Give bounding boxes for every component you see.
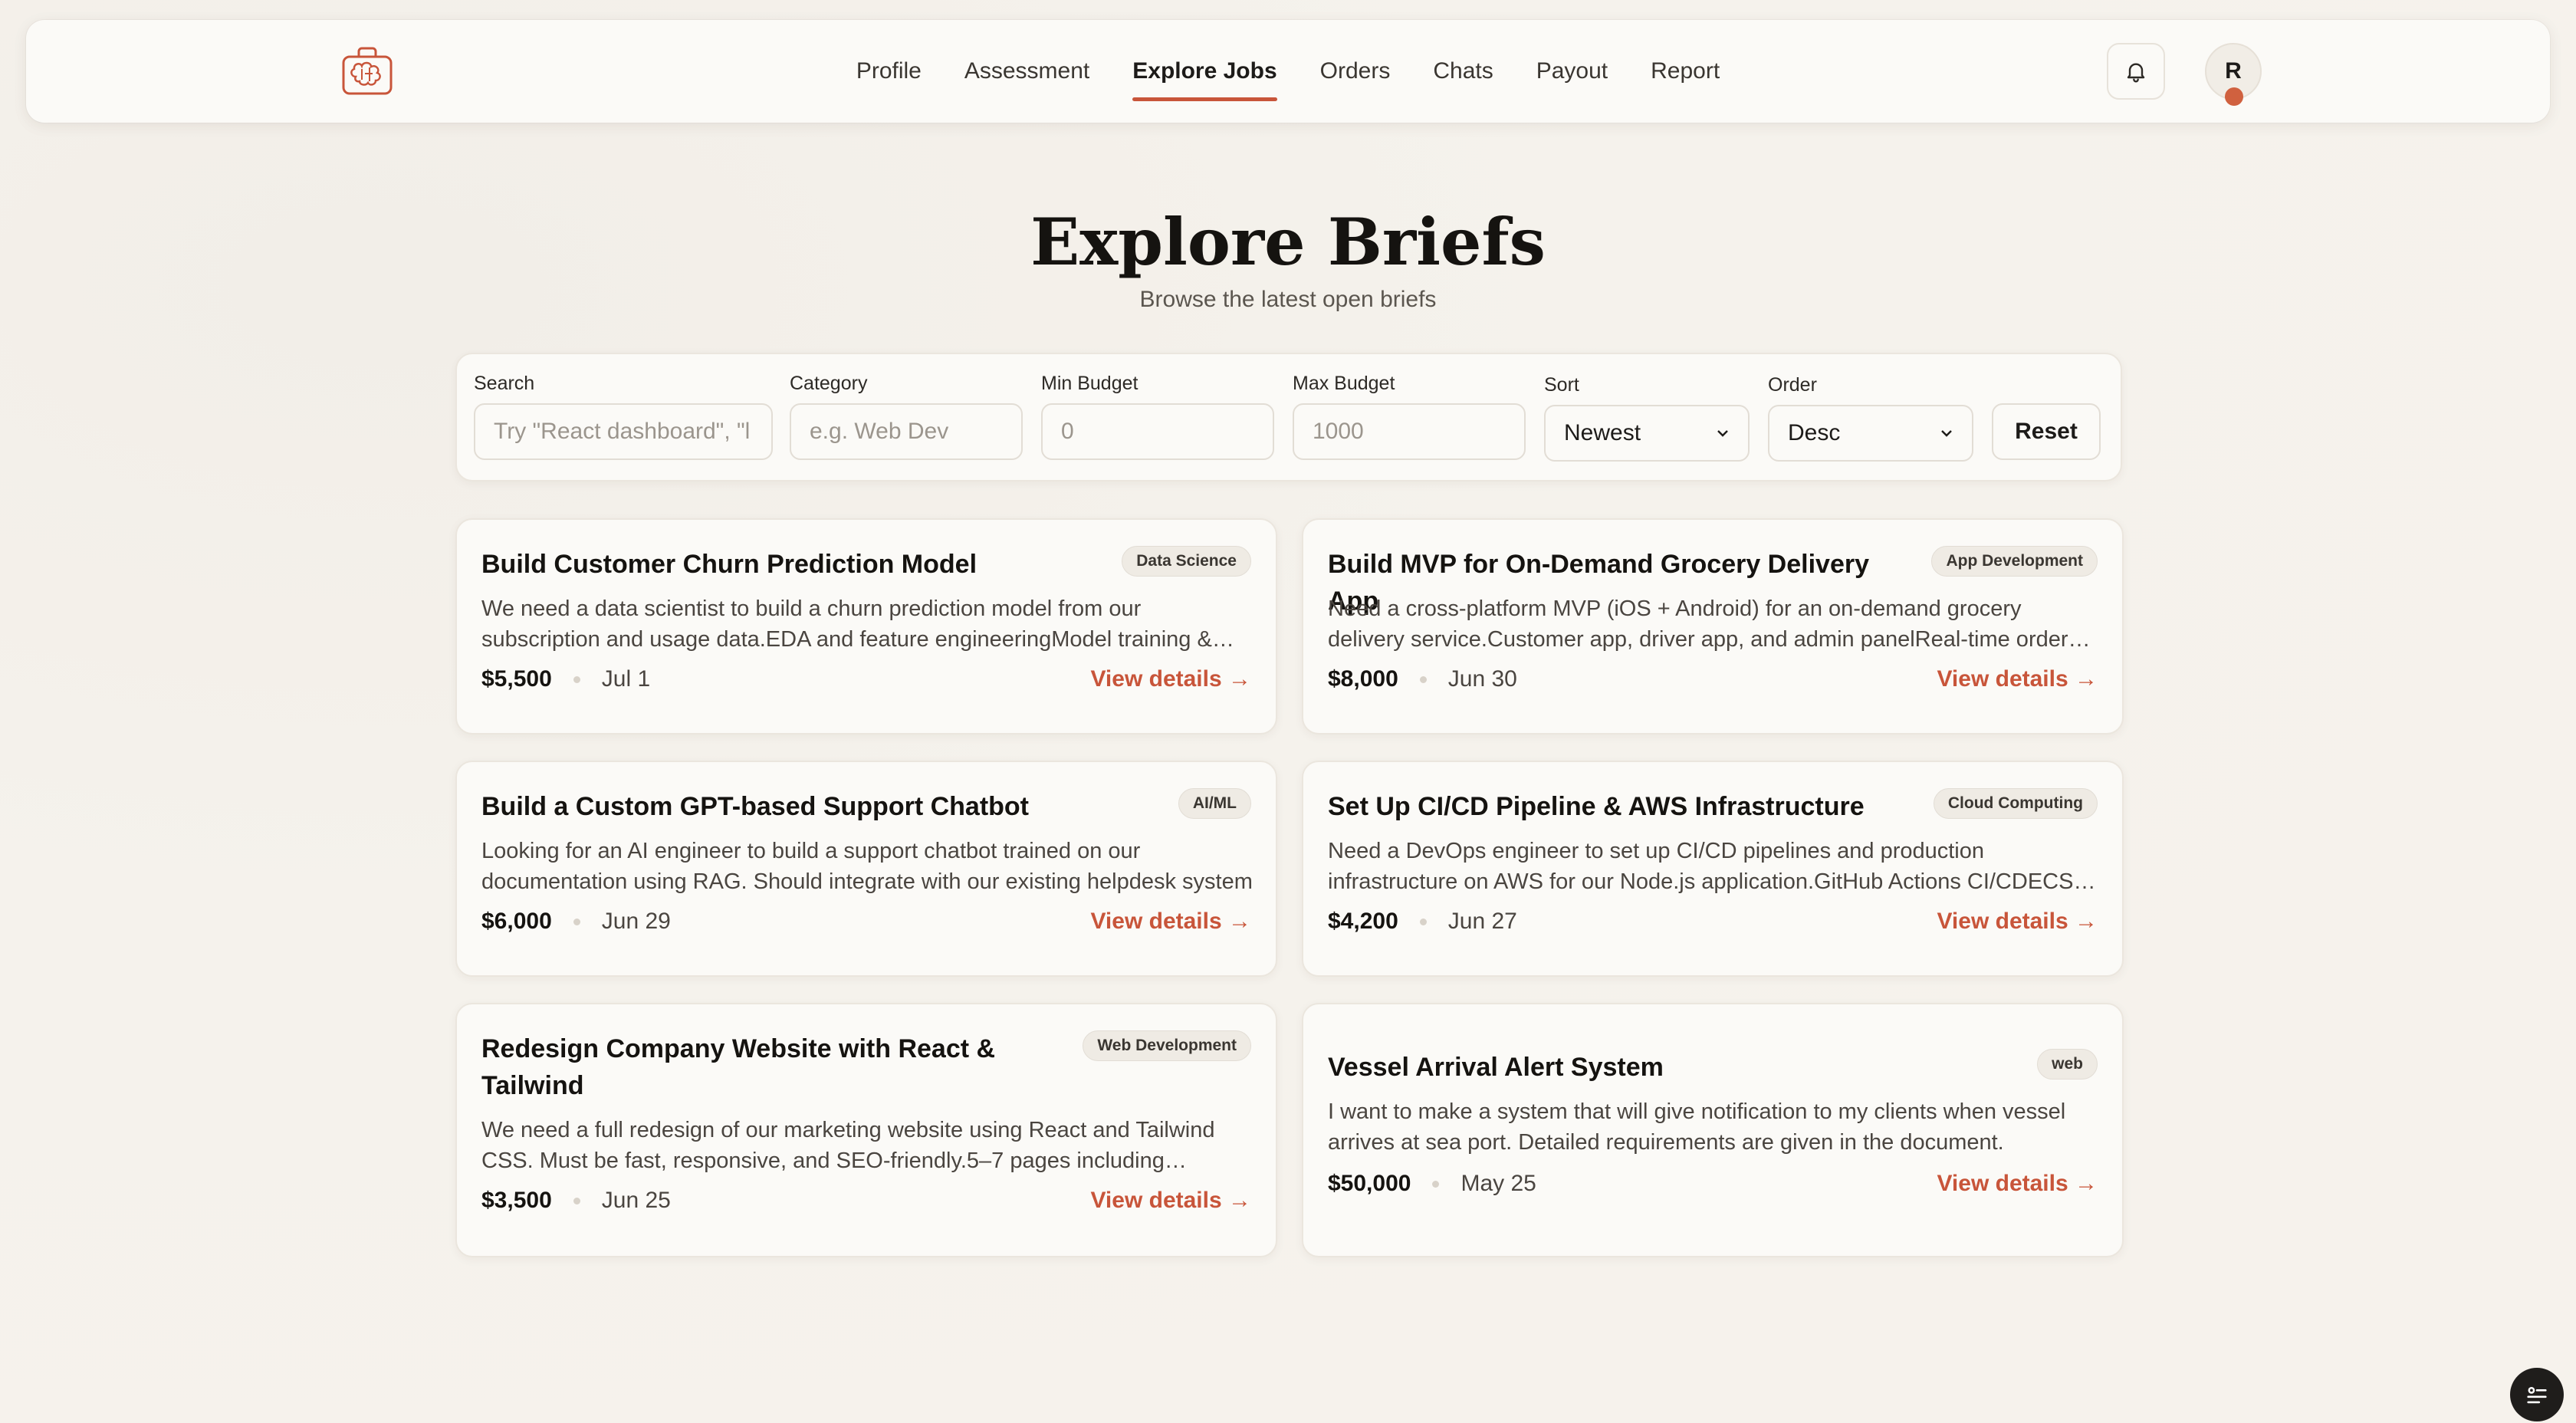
nav-link-chats[interactable]: Chats — [1411, 20, 1514, 123]
filter-panel: Search Try "React dashboard", "l Categor… — [455, 353, 2122, 481]
brief-price: $50,000 — [1328, 1171, 1411, 1196]
bell-icon — [2127, 63, 2145, 83]
brief-title[interactable]: Redesign Company Website with React & Ta… — [481, 1030, 1003, 1104]
sort-select[interactable]: Newest — [1544, 405, 1750, 462]
brief-footer: $4,200 Jun 27 View details → — [1328, 906, 2098, 937]
order-select[interactable]: Desc — [1768, 405, 1973, 462]
nav-link-profile[interactable]: Profile — [835, 20, 943, 123]
separator-dot — [573, 918, 580, 925]
brief-footer: $5,500 Jul 1 View details → — [481, 664, 1251, 695]
list-filter-icon — [2527, 1386, 2547, 1404]
nav-link-payout[interactable]: Payout — [1515, 20, 1629, 123]
brief-description: Need a DevOps engineer to set up CI/CD p… — [1328, 839, 2074, 894]
brief-footer: $8,000 Jun 30 View details → — [1328, 664, 2098, 695]
brief-price: $6,000 — [481, 909, 552, 934]
brief-date: Jun 27 — [1447, 909, 1517, 934]
brief-price: $4,200 — [1328, 909, 1398, 934]
nav-link-assessment[interactable]: Assessment — [943, 20, 1111, 123]
nav-link-report[interactable]: Report — [1629, 20, 1741, 123]
view-details-link[interactable]: View details → — [1937, 909, 2098, 935]
brief-card[interactable]: Redesign Company Website with React & Ta… — [455, 1003, 1277, 1257]
search-input[interactable]: Try "React dashboard", "l — [474, 403, 773, 460]
category-label: Category — [790, 373, 868, 394]
separator-dot — [1419, 675, 1427, 683]
category-badge: App Development — [1931, 546, 2098, 577]
brief-title[interactable]: Set Up CI/CD Pipeline & AWS Infrastructu… — [1328, 788, 1880, 825]
brief-date: Jul 1 — [601, 666, 651, 692]
max-budget-group: Max Budget 1000 — [1293, 373, 1526, 460]
view-details-link[interactable]: View details → — [1090, 1188, 1251, 1214]
brief-title[interactable]: Build a Custom GPT-based Support Chatbot — [481, 788, 1033, 825]
search-label: Search — [474, 373, 535, 394]
brief-card[interactable]: Build Customer Churn Prediction Model Da… — [455, 518, 1277, 735]
brief-card[interactable]: Vessel Arrival Alert System web I want t… — [1302, 1003, 2124, 1257]
order-value: Desc — [1788, 420, 1841, 445]
max-budget-input[interactable]: 1000 — [1293, 403, 1526, 460]
nav-link-explore-jobs[interactable]: Explore Jobs — [1111, 20, 1298, 123]
view-details-link[interactable]: View details → — [1937, 1171, 2098, 1197]
reset-button[interactable]: Reset — [1992, 403, 2101, 460]
top-nav: Profile Assessment Explore Jobs Orders C… — [26, 20, 2550, 123]
chevron-down-icon — [1717, 430, 1728, 437]
nav-link-orders[interactable]: Orders — [1299, 20, 1412, 123]
sort-value: Newest — [1564, 420, 1641, 445]
chevron-down-icon — [1941, 430, 1952, 437]
brief-price: $8,000 — [1328, 666, 1398, 692]
brief-price: $5,500 — [481, 666, 552, 692]
view-details-link[interactable]: View details → — [1090, 909, 1251, 935]
separator-dot — [1432, 1180, 1440, 1188]
category-badge: web — [2037, 1049, 2098, 1080]
brief-description: We need a full redesign of our marketing… — [481, 1118, 1215, 1173]
view-details-link[interactable]: View details → — [1937, 666, 2098, 692]
view-details-link[interactable]: View details → — [1090, 666, 1251, 692]
nav-links: Profile Assessment Explore Jobs Orders C… — [26, 20, 2550, 123]
category-badge: Web Development — [1083, 1030, 1251, 1061]
floating-menu-button[interactable] — [2510, 1368, 2564, 1421]
brief-date: Jun 30 — [1447, 666, 1517, 692]
category-badge: AI/ML — [1178, 788, 1251, 819]
brief-title[interactable]: Vessel Arrival Alert System — [1328, 1049, 1880, 1086]
brief-date: Jun 25 — [601, 1188, 671, 1213]
separator-dot — [1419, 918, 1427, 925]
category-badge: Cloud Computing — [1933, 788, 2098, 819]
page-title: Explore Briefs — [1030, 204, 1546, 280]
brief-footer: $3,500 Jun 25 View details → — [481, 1185, 1251, 1216]
brief-card[interactable]: Build a Custom GPT-based Support Chatbot… — [455, 761, 1277, 977]
status-dot — [2225, 87, 2243, 106]
brief-date: Jun 29 — [601, 909, 671, 934]
separator-dot — [573, 675, 580, 683]
min-budget-group: Min Budget 0 — [1041, 373, 1274, 460]
min-budget-input[interactable]: 0 — [1041, 403, 1274, 460]
sort-label: Sort — [1544, 374, 1579, 396]
sort-group: Sort Newest — [1544, 374, 1750, 462]
min-budget-label: Min Budget — [1041, 373, 1138, 394]
order-label: Order — [1768, 374, 1817, 396]
brief-price: $3,500 — [481, 1188, 552, 1213]
page-subtitle: Browse the latest open briefs — [1139, 287, 1437, 312]
category-group: Category e.g. Web Dev — [790, 373, 1023, 460]
brief-card[interactable]: Build MVP for On-Demand Grocery Delivery… — [1302, 518, 2124, 735]
search-group: Search Try "React dashboard", "l — [474, 373, 773, 460]
notifications-button[interactable] — [2107, 43, 2165, 100]
brief-footer: $6,000 Jun 29 View details → — [481, 906, 1251, 937]
brief-description: Need a cross-platform MVP (iOS + Android… — [1328, 596, 2068, 652]
category-input[interactable]: e.g. Web Dev — [790, 403, 1023, 460]
category-badge: Data Science — [1122, 546, 1251, 577]
brief-title[interactable]: Build Customer Churn Prediction Model — [481, 546, 1033, 583]
order-group: Order Desc — [1768, 374, 1973, 462]
max-budget-label: Max Budget — [1293, 373, 1395, 394]
brief-date: May 25 — [1460, 1171, 1536, 1196]
brief-description: We need a data scientist to build a chur… — [481, 596, 1212, 652]
brief-description: I want to make a system that will give n… — [1328, 1099, 2066, 1155]
separator-dot — [573, 1197, 580, 1204]
brief-card[interactable]: Set Up CI/CD Pipeline & AWS Infrastructu… — [1302, 761, 2124, 977]
brief-description: Looking for an AI engineer to build a su… — [481, 839, 1253, 894]
brief-footer: $50,000 May 25 View details → — [1328, 1168, 2098, 1199]
